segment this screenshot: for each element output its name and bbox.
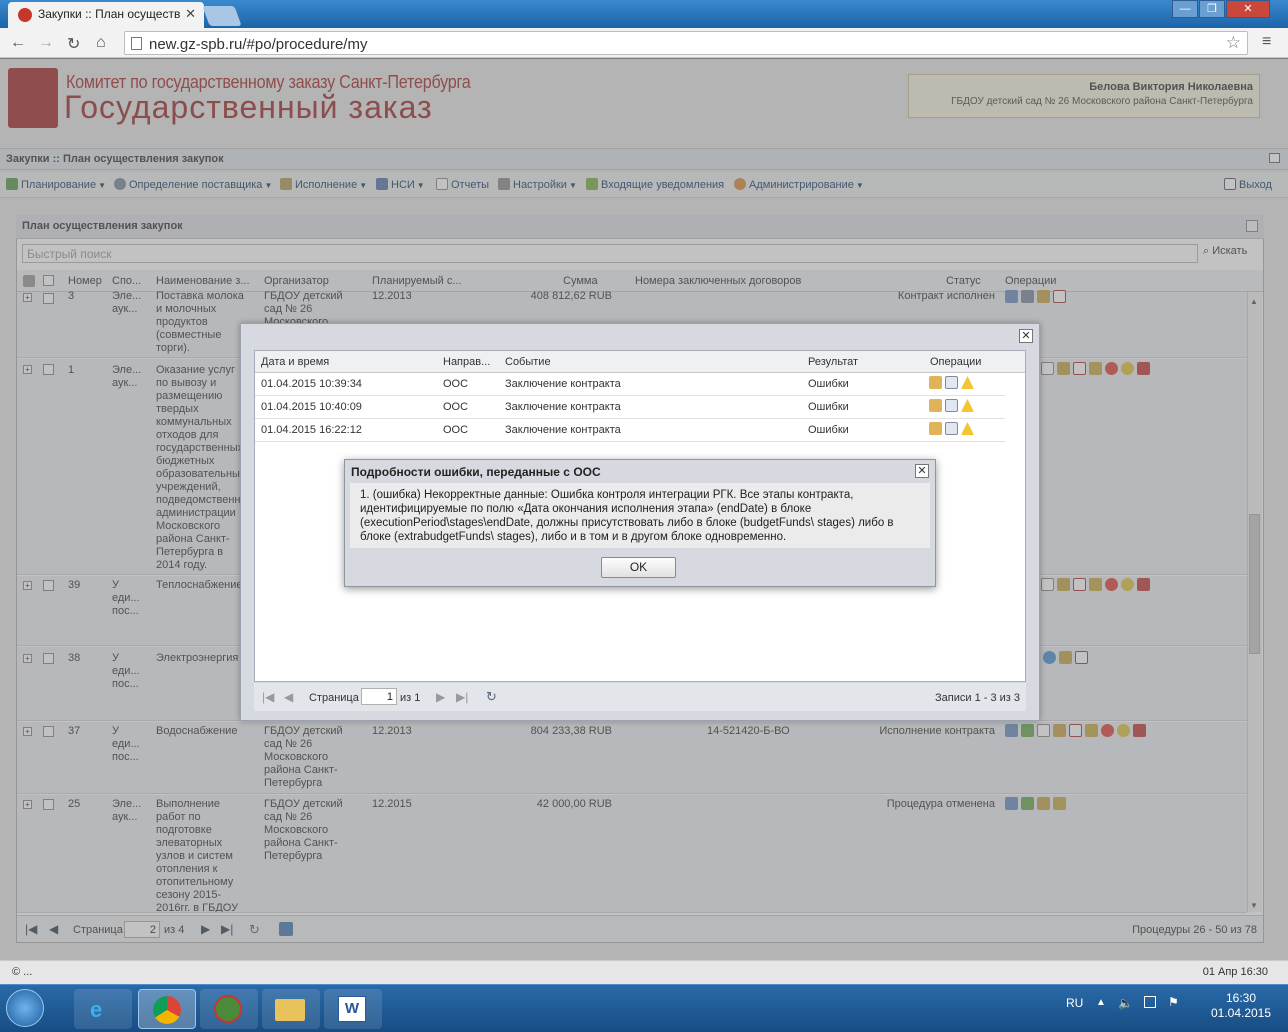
document-edit-icon[interactable] xyxy=(945,422,958,435)
event-operations xyxy=(929,422,977,435)
package-icon[interactable] xyxy=(929,376,942,389)
event-row[interactable]: 01.04.2015 10:40:09 ООС Заключение контр… xyxy=(255,396,1005,419)
first-page-icon[interactable]: |◀ xyxy=(262,690,274,704)
event-operations xyxy=(929,376,977,389)
close-icon[interactable]: ✕ xyxy=(1019,329,1033,343)
next-page-icon[interactable]: ▶ xyxy=(436,690,445,704)
home-icon[interactable]: ⌂ xyxy=(96,34,106,52)
refresh-icon[interactable]: ↻ xyxy=(486,689,497,705)
url-text: new.gz-spb.ru/#po/procedure/my xyxy=(149,36,368,53)
explorer-icon[interactable] xyxy=(262,989,320,1029)
col-event[interactable]: Событие xyxy=(505,356,795,368)
status-datetime: 01 Апр 16:30 xyxy=(1202,966,1268,978)
ok-button[interactable]: OK xyxy=(601,557,676,578)
close-icon[interactable]: ✕ xyxy=(915,464,929,478)
event-row[interactable]: 01.04.2015 10:39:34 ООС Заключение контр… xyxy=(255,373,1005,396)
browser-menu-icon[interactable]: ≡ xyxy=(1262,33,1271,51)
new-tab-button[interactable] xyxy=(202,6,242,26)
status-bar: © ... 01 Апр 16:30 xyxy=(0,960,1288,984)
col-direction[interactable]: Направ... xyxy=(443,356,495,368)
page-icon xyxy=(131,37,142,50)
back-icon[interactable]: ← xyxy=(10,34,26,52)
col-ops[interactable]: Операции xyxy=(930,356,1010,368)
language-indicator[interactable]: RU xyxy=(1066,996,1083,1010)
system-clock[interactable]: 16:30 01.04.2015 xyxy=(1198,991,1284,1021)
document-edit-icon[interactable] xyxy=(945,399,958,412)
page-number-input[interactable]: 1 xyxy=(361,688,397,705)
package-icon[interactable] xyxy=(929,422,942,435)
flag-icon[interactable]: ⚑ xyxy=(1168,995,1179,1009)
tray-expand-icon[interactable]: ▲ xyxy=(1096,997,1106,1008)
dialog-title: Подробности ошибки, переданные с ООС xyxy=(351,465,601,479)
forward-icon[interactable]: → xyxy=(38,34,54,52)
col-result[interactable]: Результат xyxy=(808,356,918,368)
word-icon[interactable]: W xyxy=(324,989,382,1029)
app-icon[interactable] xyxy=(200,989,258,1029)
network-icon[interactable] xyxy=(1144,996,1156,1008)
warning-icon[interactable] xyxy=(961,376,974,389)
windows-taskbar: e W RU ▲ 🔈 ⚑ 16:30 01.04.2015 xyxy=(0,984,1288,1032)
records-summary: Записи 1 - 3 из 3 xyxy=(935,692,1020,704)
volume-icon[interactable]: 🔈 xyxy=(1118,996,1133,1010)
maximize-button[interactable]: ❐ xyxy=(1199,0,1225,18)
close-window-button[interactable]: ✕ xyxy=(1226,0,1270,18)
page-total: из 1 xyxy=(400,692,421,704)
address-bar: ← → ↻ ⌂ new.gz-spb.ru/#po/procedure/my ☆ xyxy=(0,28,1288,58)
ie-icon[interactable]: e xyxy=(74,989,132,1029)
tab-close-icon[interactable]: ✕ xyxy=(185,6,196,22)
url-input[interactable]: new.gz-spb.ru/#po/procedure/my ☆ xyxy=(124,31,1248,55)
minimize-button[interactable]: — xyxy=(1172,0,1198,18)
browser-tab[interactable]: Закупки :: План осуществ ✕ xyxy=(8,2,204,28)
package-icon[interactable] xyxy=(929,399,942,412)
events-grid-header: Дата и время Направ... Событие Результат… xyxy=(255,351,1025,373)
tab-title: Закупки :: План осуществ xyxy=(38,7,181,21)
last-page-icon[interactable]: ▶| xyxy=(456,690,468,704)
col-datetime[interactable]: Дата и время xyxy=(261,356,431,368)
reload-icon[interactable]: ↻ xyxy=(67,34,80,54)
bookmark-star-icon[interactable]: ☆ xyxy=(1226,33,1241,53)
error-message: 1. (ошибка) Некорректные данные: Ошибка … xyxy=(350,483,930,548)
site-favicon-icon xyxy=(18,8,32,22)
document-edit-icon[interactable] xyxy=(945,376,958,389)
warning-icon[interactable] xyxy=(961,399,974,412)
event-row[interactable]: 01.04.2015 16:22:12 ООС Заключение контр… xyxy=(255,419,1005,442)
warning-icon[interactable] xyxy=(961,422,974,435)
chrome-icon[interactable] xyxy=(138,989,196,1029)
events-pager: |◀ ◀ Страница 1 из 1 ▶ ▶| ↻ Записи 1 - 3… xyxy=(254,683,1026,711)
page-label: Страница xyxy=(309,692,359,704)
start-button[interactable] xyxy=(6,989,44,1027)
prev-page-icon[interactable]: ◀ xyxy=(284,690,293,704)
event-operations xyxy=(929,399,977,412)
